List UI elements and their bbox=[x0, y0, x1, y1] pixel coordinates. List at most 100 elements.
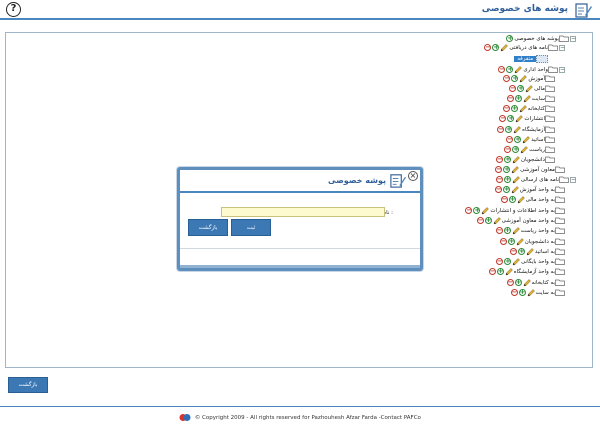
tree-node[interactable]: − + ریاست bbox=[504, 145, 556, 154]
tree-node[interactable]: متفرقه bbox=[514, 54, 548, 63]
add-folder-icon[interactable]: + bbox=[507, 115, 515, 122]
tree-node[interactable]: − + به واحد ریاست bbox=[495, 226, 566, 235]
tree-node[interactable]: − + واحد اداری − bbox=[498, 65, 566, 74]
tree-node-label[interactable]: به دانشجویان bbox=[525, 239, 555, 245]
tree-node-label[interactable]: پوشه های خصوصی bbox=[514, 36, 559, 42]
edit-folder-icon[interactable] bbox=[516, 237, 524, 246]
delete-folder-icon[interactable]: − bbox=[494, 186, 502, 193]
tree-node[interactable]: − + انتشارات bbox=[499, 114, 556, 123]
add-folder-icon[interactable]: + bbox=[518, 289, 526, 296]
tree-node-label[interactable]: کتابخانه bbox=[528, 106, 545, 112]
add-folder-icon[interactable]: + bbox=[503, 176, 511, 183]
tree-node-label[interactable]: دانشجویان bbox=[521, 157, 545, 163]
add-folder-icon[interactable]: + bbox=[514, 95, 522, 102]
edit-folder-icon[interactable] bbox=[526, 247, 534, 256]
tree-node-label[interactable]: به واحد آموزش bbox=[520, 187, 555, 193]
tree-node[interactable]: − + آزمایشگاه bbox=[497, 125, 556, 134]
add-folder-icon[interactable]: + bbox=[492, 44, 500, 51]
edit-folder-icon[interactable] bbox=[519, 104, 527, 113]
delete-folder-icon[interactable]: − bbox=[498, 66, 506, 73]
edit-folder-icon[interactable] bbox=[500, 43, 509, 52]
tree-node[interactable]: − + به واحد آموزش bbox=[494, 185, 566, 194]
add-folder-icon[interactable]: + bbox=[505, 126, 513, 133]
tree-node[interactable]: − + معاون آموزشی bbox=[495, 165, 566, 174]
add-folder-icon[interactable]: + bbox=[503, 258, 511, 265]
tree-node[interactable]: − + آموزش bbox=[503, 74, 556, 83]
collapse-icon[interactable]: − bbox=[570, 35, 576, 42]
delete-folder-icon[interactable]: − bbox=[499, 115, 507, 122]
delete-folder-icon[interactable]: − bbox=[509, 248, 517, 255]
edit-folder-icon[interactable] bbox=[512, 175, 520, 184]
tree-node-label[interactable]: آموزش bbox=[528, 76, 545, 82]
edit-folder-icon[interactable] bbox=[511, 185, 519, 194]
tree-node-label[interactable]: به سایت bbox=[536, 290, 555, 296]
add-folder-icon[interactable]: + bbox=[512, 146, 520, 153]
delete-folder-icon[interactable]: − bbox=[506, 136, 514, 143]
tree-node-label[interactable]: متفرقه bbox=[514, 55, 537, 62]
tree-node[interactable]: − + دانشجویان bbox=[495, 155, 556, 164]
add-folder-icon[interactable]: + bbox=[506, 66, 514, 73]
close-icon[interactable]: × bbox=[408, 171, 418, 181]
edit-folder-icon[interactable] bbox=[512, 257, 520, 266]
tree-node[interactable]: − + به واحد بایگانی bbox=[495, 257, 566, 266]
edit-folder-icon[interactable] bbox=[527, 288, 535, 297]
tree-node[interactable]: − + به دانشجویان bbox=[499, 237, 566, 246]
edit-folder-icon[interactable] bbox=[513, 125, 522, 134]
add-folder-icon[interactable]: + bbox=[510, 105, 518, 112]
tree-node[interactable]: − + اساتید bbox=[506, 135, 556, 144]
add-folder-icon[interactable]: + bbox=[503, 227, 511, 234]
delete-folder-icon[interactable]: − bbox=[495, 227, 503, 234]
add-folder-icon[interactable]: + bbox=[514, 279, 522, 286]
add-folder-icon[interactable]: + bbox=[514, 136, 522, 143]
add-folder-icon[interactable]: + bbox=[503, 166, 511, 173]
delete-folder-icon[interactable]: − bbox=[499, 238, 507, 245]
tree-node[interactable]: − + به واحد آزمایشگاه bbox=[488, 267, 566, 276]
tree-node[interactable]: − + نامه های دریافتی − bbox=[484, 43, 566, 52]
collapse-icon[interactable]: − bbox=[559, 66, 565, 73]
edit-folder-icon[interactable] bbox=[511, 165, 519, 174]
tree-node-label[interactable]: واحد اداری bbox=[523, 67, 548, 73]
add-folder-icon[interactable]: + bbox=[484, 217, 492, 224]
delete-folder-icon[interactable]: − bbox=[495, 166, 503, 173]
edit-folder-icon[interactable] bbox=[523, 278, 531, 287]
tree-node-label[interactable]: به واحد ریاست bbox=[521, 228, 555, 234]
add-folder-icon[interactable]: + bbox=[507, 238, 515, 245]
add-folder-icon[interactable]: + bbox=[517, 248, 525, 255]
tree-node-label[interactable]: به واحد بایگانی bbox=[521, 259, 555, 265]
delete-folder-icon[interactable]: − bbox=[510, 289, 518, 296]
delete-folder-icon[interactable]: − bbox=[495, 258, 503, 265]
delete-folder-icon[interactable]: − bbox=[506, 95, 514, 102]
tree-node-label[interactable]: سایت bbox=[532, 96, 545, 102]
tree-node[interactable]: − + کتابخانه bbox=[502, 104, 556, 113]
tree-node[interactable]: − + نامه های ارسالی − bbox=[495, 175, 577, 184]
delete-folder-icon[interactable]: − bbox=[504, 146, 512, 153]
delete-folder-icon[interactable]: − bbox=[502, 105, 510, 112]
add-folder-icon[interactable]: + bbox=[496, 268, 504, 275]
folder-name-input[interactable] bbox=[221, 207, 385, 217]
tree-node[interactable]: − + سایت bbox=[506, 94, 556, 103]
tree-node[interactable]: − + به واحد معاون آموزشی bbox=[476, 216, 566, 225]
delete-folder-icon[interactable]: − bbox=[506, 279, 514, 286]
edit-folder-icon[interactable] bbox=[515, 114, 524, 123]
tree-node-label[interactable]: به واحد آزمایشگاه bbox=[514, 269, 555, 275]
tree-node-label[interactable]: به واحد معاون آموزشی bbox=[502, 218, 555, 224]
add-folder-icon[interactable]: + bbox=[503, 156, 511, 163]
tree-node[interactable]: − + به کتابخانه bbox=[506, 278, 566, 287]
delete-folder-icon[interactable]: − bbox=[495, 176, 503, 183]
delete-folder-icon[interactable]: − bbox=[503, 75, 511, 82]
edit-folder-icon[interactable] bbox=[514, 65, 523, 74]
add-folder-icon[interactable]: + bbox=[502, 186, 510, 193]
tree-node-label[interactable]: انتشارات bbox=[524, 116, 545, 122]
edit-folder-icon[interactable] bbox=[522, 135, 530, 144]
delete-folder-icon[interactable]: − bbox=[465, 207, 473, 214]
tree-node-label[interactable]: اساتید bbox=[531, 137, 545, 143]
delete-folder-icon[interactable]: − bbox=[476, 217, 484, 224]
edit-folder-icon[interactable] bbox=[512, 226, 520, 235]
tree-node[interactable]: − + به واحد اطلاعات و انتشارات bbox=[465, 206, 566, 215]
tree-node-label[interactable]: به واحد اطلاعات و انتشارات bbox=[490, 208, 555, 214]
collapse-icon[interactable]: − bbox=[559, 44, 565, 51]
edit-folder-icon[interactable] bbox=[520, 145, 528, 154]
delete-folder-icon[interactable]: − bbox=[500, 196, 508, 203]
back-button[interactable]: بازگشت bbox=[8, 377, 48, 393]
edit-folder-icon[interactable] bbox=[481, 206, 490, 215]
